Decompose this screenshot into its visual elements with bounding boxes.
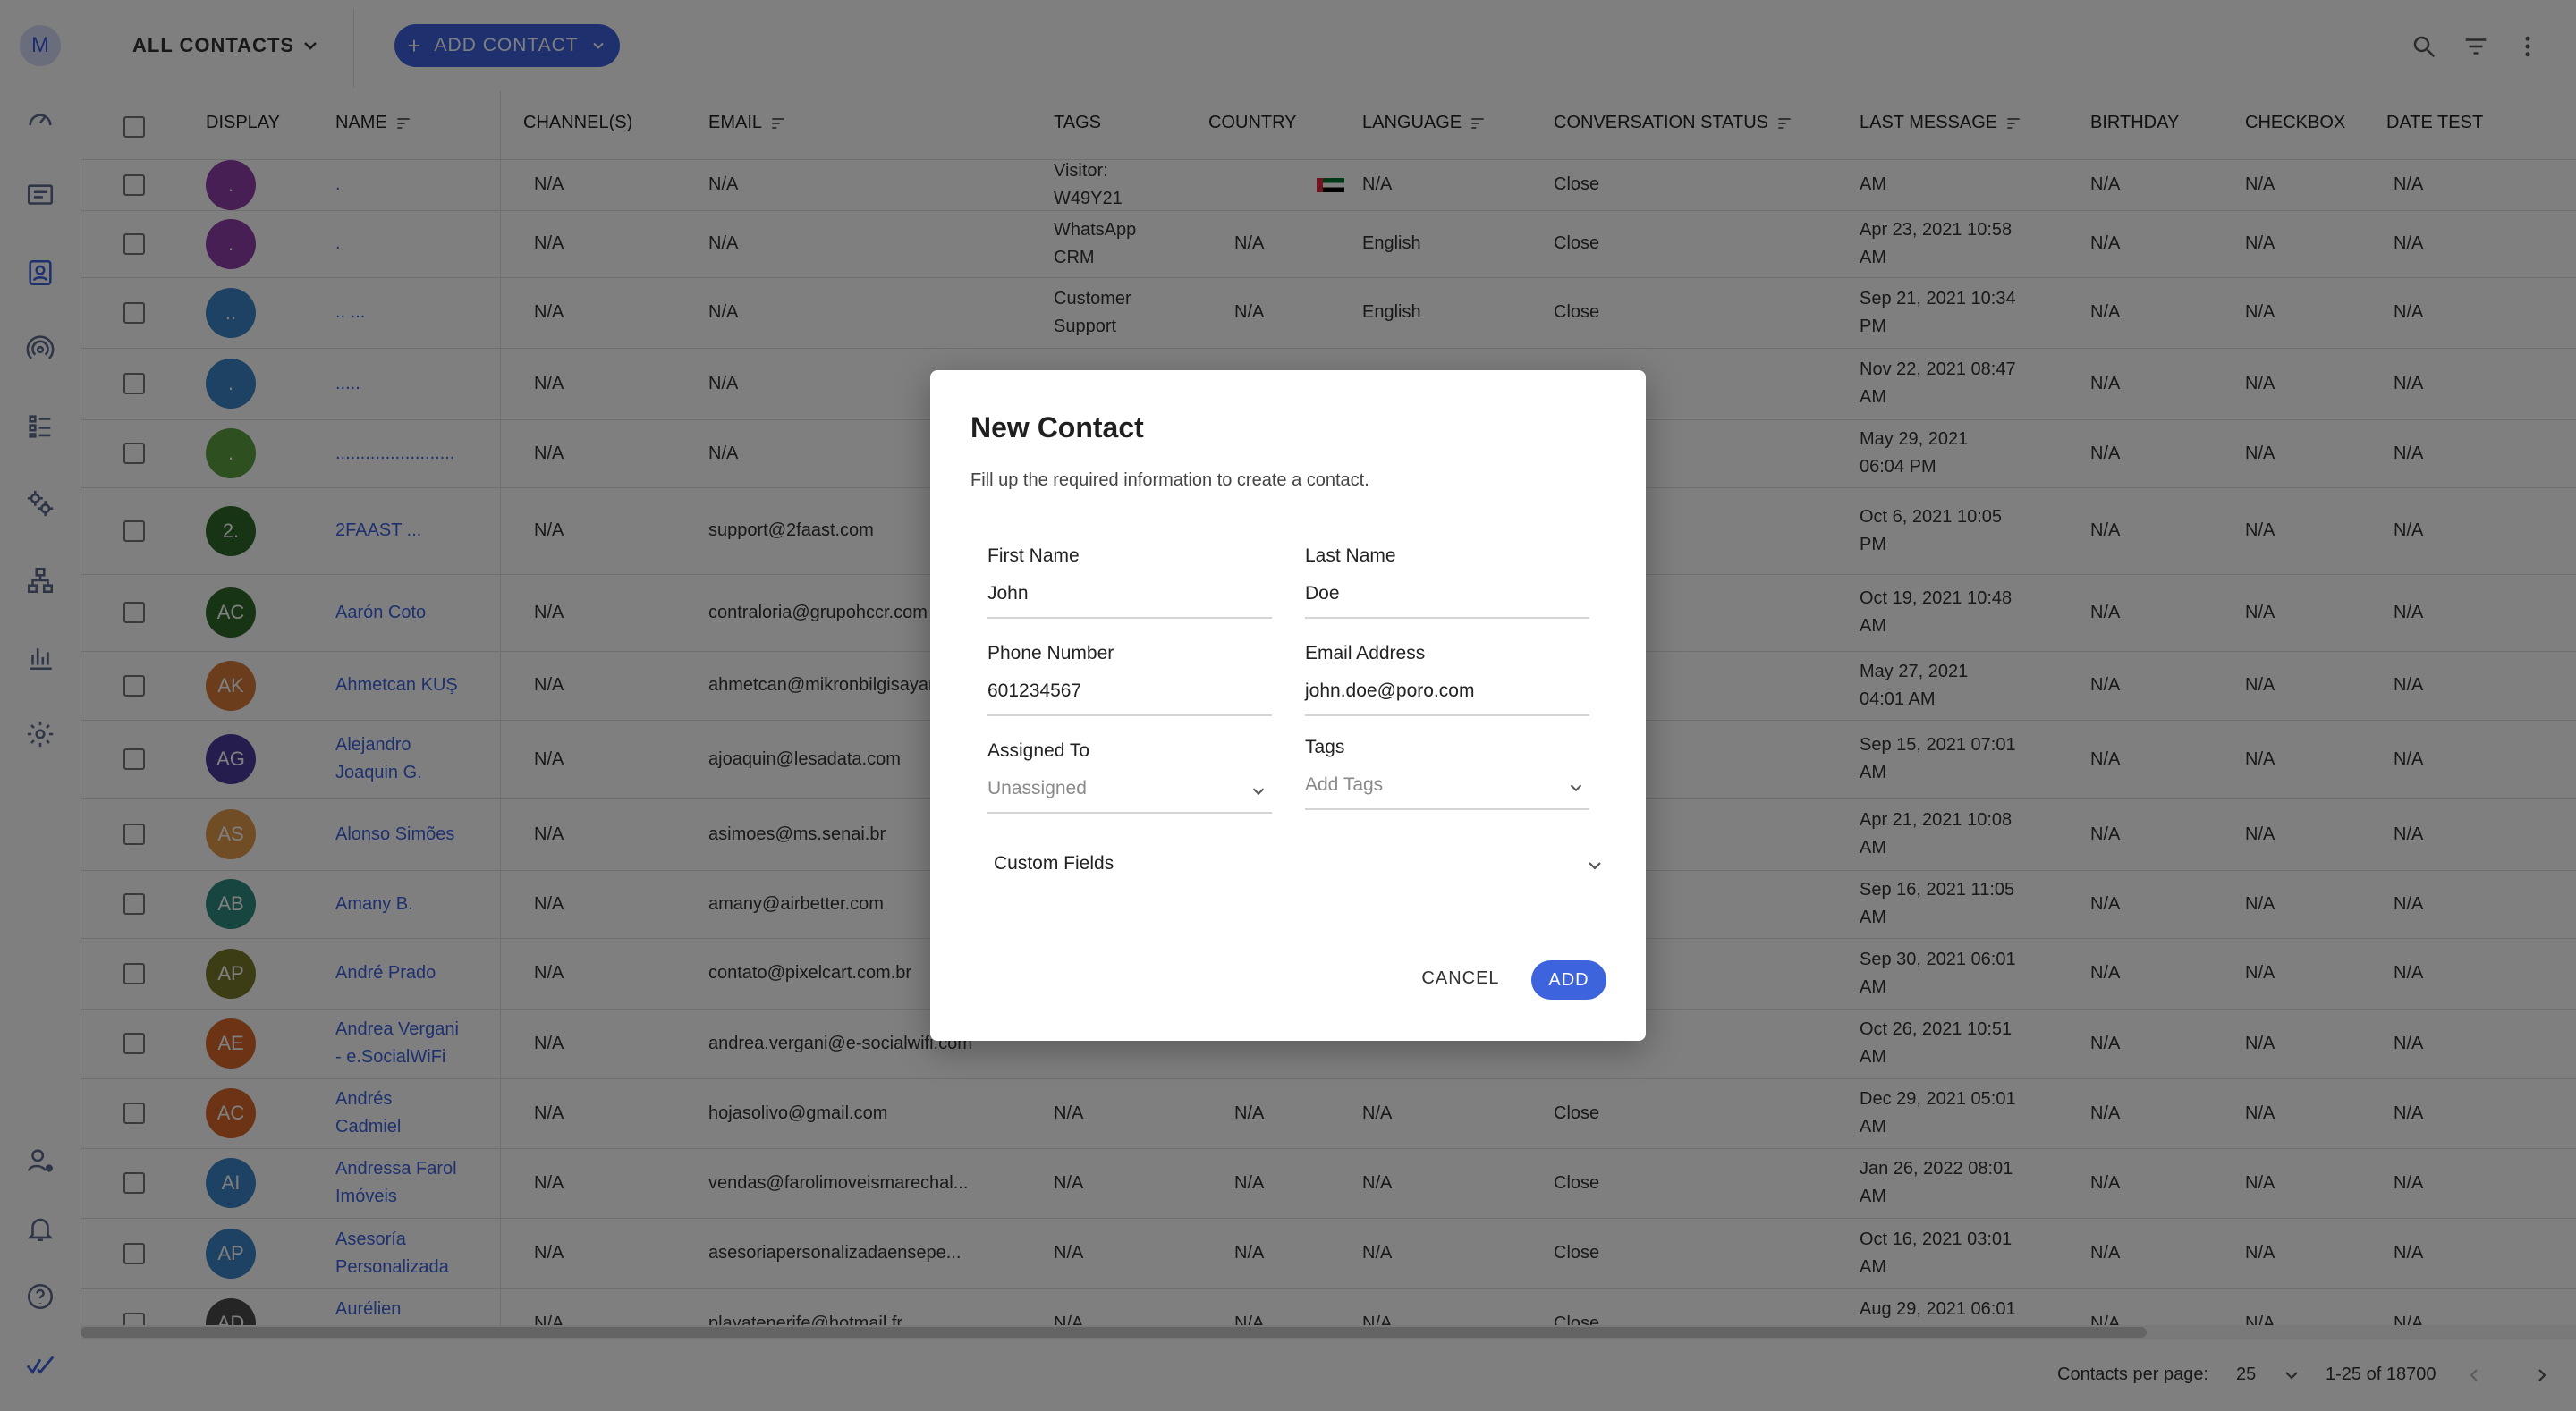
phone-number-field[interactable]: Phone Number 601234567 [987,643,1272,716]
email-address-field[interactable]: Email Address john.doe@poro.com [1305,643,1589,716]
first-name-label: First Name [987,545,1080,566]
assigned-to-label: Assigned To [987,740,1090,761]
tags-placeholder: Add Tags [1305,774,1384,795]
first-name-input[interactable]: John [987,583,1029,604]
last-name-field[interactable]: Last Name Doe [1305,545,1589,619]
email-address-input[interactable]: john.doe@poro.com [1305,680,1474,702]
email-address-label: Email Address [1305,643,1426,663]
custom-fields-expander[interactable]: Custom Fields [970,844,1614,885]
last-name-label: Last Name [1305,545,1396,566]
phone-number-input[interactable]: 601234567 [987,680,1081,702]
first-name-field[interactable]: First Name John [987,545,1272,619]
tags-label: Tags [1305,737,1345,757]
phone-number-label: Phone Number [987,643,1114,663]
custom-fields-label: Custom Fields [994,853,1114,874]
tags-select[interactable]: Tags Add Tags [1305,737,1589,810]
chevron-down-icon [1252,788,1265,796]
dialog-title: New Contact [970,411,1144,444]
assigned-to-select[interactable]: Assigned To Unassigned [987,740,1272,814]
add-button[interactable]: ADD [1531,960,1606,1000]
assigned-to-value: Unassigned [987,778,1087,798]
last-name-input[interactable]: Doe [1305,583,1340,604]
dialog-subtitle: Fill up the required information to crea… [970,470,1369,490]
chevron-down-icon [1589,862,1601,870]
chevron-down-icon [1570,784,1582,792]
new-contact-dialog: New Contact Fill up the required informa… [930,370,1646,1041]
cancel-button[interactable]: CANCEL [1411,959,1510,998]
